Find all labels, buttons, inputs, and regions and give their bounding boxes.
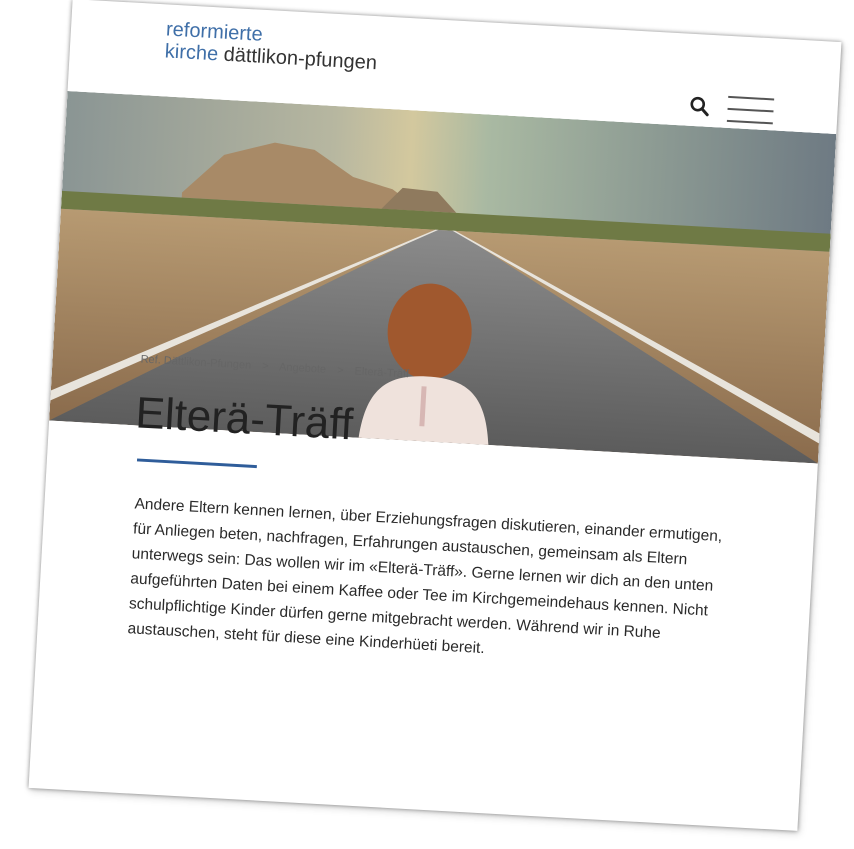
title-underline — [136, 458, 257, 469]
logo-line-2-accent: kirche — [164, 40, 219, 66]
hamburger-menu-icon-bar — [726, 119, 773, 124]
breadcrumb-item-angebote[interactable]: Angebote — [279, 361, 327, 376]
page-screenshot: reformierte kirche dättlikon-pfungen Ref… — [28, 0, 842, 831]
search-icon — [690, 96, 709, 117]
menu-button[interactable] — [726, 94, 775, 127]
breadcrumb-separator: > — [336, 364, 344, 377]
hamburger-menu-icon-bar — [727, 107, 774, 112]
search-button[interactable] — [687, 94, 712, 119]
site-logo[interactable]: reformierte kirche dättlikon-pfungen — [164, 18, 379, 74]
hamburger-menu-icon — [728, 95, 775, 100]
breadcrumb-separator: > — [261, 360, 269, 373]
intro-paragraph: Andere Eltern kennen lernen, über Erzieh… — [127, 495, 723, 658]
